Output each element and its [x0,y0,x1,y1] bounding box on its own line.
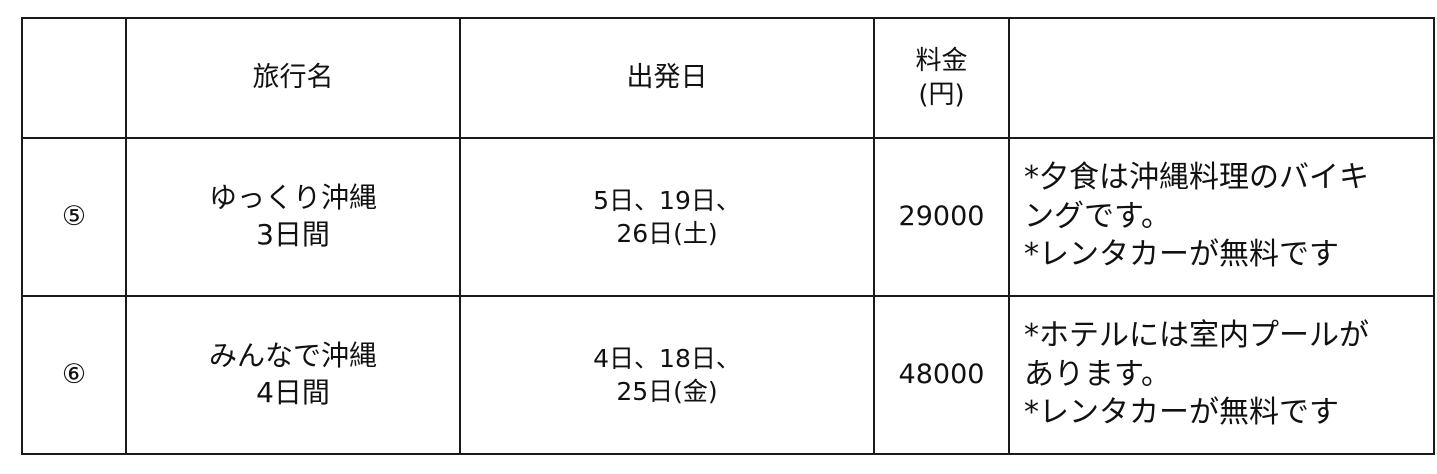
row-number: ⑤ [61,201,87,233]
row-number: ⑥ [61,359,87,391]
departure-date-cell: 5日、19日、 26日(土) [459,137,875,297]
note-line-3: *レンタカーが無料です [1024,237,1339,273]
tour-name-cell: みんなで沖縄 4日間 [125,295,461,455]
header-name-label: 旅行名 [252,62,334,94]
price-value: 48000 [898,359,985,391]
departure-dates-line1: 4日、18日、 [593,344,741,373]
tour-name: みんなで沖縄 [208,339,377,373]
table-header-row: 旅行名 出発日 料金 (円) [21,17,1435,139]
departure-date-cell: 4日、18日、 25日(金) [459,295,875,455]
note-cell: *夕食は沖縄料理のバイキ ングです。 *レンタカーが無料です [1008,137,1435,297]
price-value: 29000 [898,201,985,233]
header-date-label: 出発日 [626,62,708,94]
row-number-cell: ⑥ [21,295,127,455]
row-number-cell: ⑤ [21,137,127,297]
tour-duration: 4日間 [256,376,330,409]
price-cell: 29000 [873,137,1010,297]
header-name-cell: 旅行名 [125,17,461,139]
header-date-cell: 出発日 [459,17,875,139]
table-row: ⑥ みんなで沖縄 4日間 4日、18日、 25日(金) 48000 *ホテルには… [21,295,1435,455]
note-line-1: *ホテルには室内プールが [1024,318,1369,354]
departure-dates-line2: 26日(土) [616,219,718,248]
departure-dates-line2: 25日(金) [616,377,718,406]
departure-dates-line1: 5日、19日、 [593,186,741,215]
header-price-unit: (円) [918,80,965,110]
tour-name: ゆっくり沖縄 [208,181,377,215]
header-price-cell: 料金 (円) [873,17,1010,139]
note-line-2: ングです。 [1024,198,1171,234]
note-line-2: あります。 [1024,356,1171,392]
header-number-cell [21,17,127,139]
table-row: ⑤ ゆっくり沖縄 3日間 5日、19日、 26日(土) 29000 *夕食は沖縄… [21,137,1435,297]
note-line-1: *夕食は沖縄料理のバイキ [1024,160,1369,196]
price-cell: 48000 [873,295,1010,455]
header-note-cell [1008,17,1435,139]
tour-name-cell: ゆっくり沖縄 3日間 [125,137,461,297]
tour-duration: 3日間 [256,218,330,251]
note-line-3: *レンタカーが無料です [1024,395,1339,431]
note-cell: *ホテルには室内プールが あります。 *レンタカーが無料です [1008,295,1435,455]
header-price-label: 料金 [915,45,968,76]
tour-plans-table: 旅行名 出発日 料金 (円) ⑤ ゆっくり沖縄 3日間 5日、19日、 26日(… [21,17,1435,455]
